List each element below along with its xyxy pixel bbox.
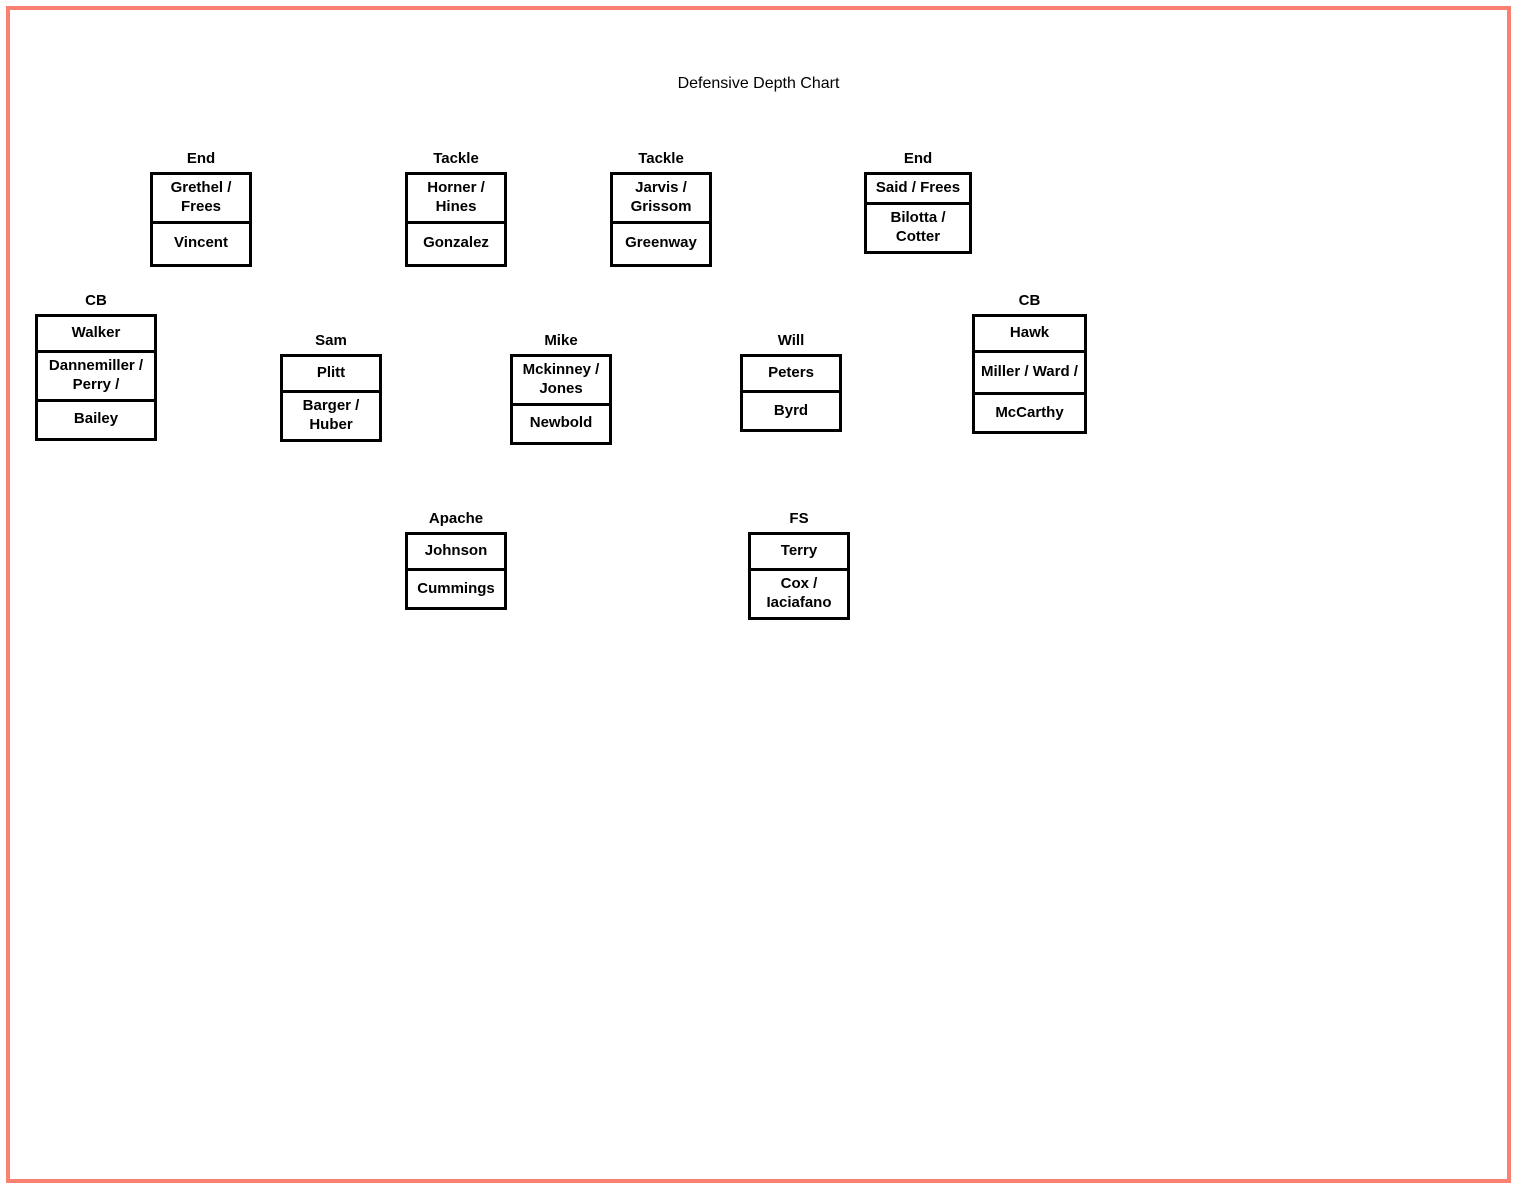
depth-box: Peters Byrd	[740, 354, 842, 432]
diagram-frame: Defensive Depth Chart End Grethel / Free…	[6, 6, 1511, 1183]
depth-cell: McCarthy	[975, 395, 1084, 431]
depth-cell: Greenway	[613, 224, 709, 264]
depth-cell: Jarvis / Grissom	[613, 175, 709, 224]
position-label: Mike	[510, 332, 612, 350]
position-label: End	[150, 150, 252, 168]
depth-cell: Bilotta / Cotter	[867, 205, 969, 251]
position-cb-left: CB Walker Dannemiller / Perry / Bailey	[35, 292, 157, 441]
position-label: Tackle	[405, 150, 507, 168]
depth-cell: Dannemiller / Perry /	[38, 353, 154, 402]
position-label: CB	[972, 292, 1087, 310]
position-fs: FS Terry Cox / Iaciafano	[748, 510, 850, 620]
depth-cell: Gonzalez	[408, 224, 504, 264]
position-label: Sam	[280, 332, 382, 350]
depth-cell: Johnson	[408, 535, 504, 571]
depth-cell: Cox / Iaciafano	[751, 571, 847, 617]
depth-cell: Peters	[743, 357, 839, 393]
depth-cell: Miller / Ward /	[975, 353, 1084, 395]
position-label: End	[864, 150, 972, 168]
depth-cell: Hawk	[975, 317, 1084, 353]
depth-cell: Bailey	[38, 402, 154, 438]
position-tackle-left: Tackle Horner / Hines Gonzalez	[405, 150, 507, 267]
depth-cell: Walker	[38, 317, 154, 353]
depth-box: Terry Cox / Iaciafano	[748, 532, 850, 620]
position-end-right: End Said / Frees Bilotta / Cotter	[864, 150, 972, 254]
depth-box: Said / Frees Bilotta / Cotter	[864, 172, 972, 254]
depth-cell: Terry	[751, 535, 847, 571]
depth-cell: Plitt	[283, 357, 379, 393]
depth-box: Johnson Cummings	[405, 532, 507, 610]
depth-box: Plitt Barger / Huber	[280, 354, 382, 442]
depth-cell: Byrd	[743, 393, 839, 429]
depth-box: Walker Dannemiller / Perry / Bailey	[35, 314, 157, 441]
depth-box: Jarvis / Grissom Greenway	[610, 172, 712, 267]
depth-cell: Mckinney / Jones	[513, 357, 609, 406]
position-label: FS	[748, 510, 850, 528]
chart-title: Defensive Depth Chart	[10, 75, 1507, 93]
depth-box: Horner / Hines Gonzalez	[405, 172, 507, 267]
position-apache: Apache Johnson Cummings	[405, 510, 507, 610]
depth-cell: Barger / Huber	[283, 393, 379, 439]
position-mike: Mike Mckinney / Jones Newbold	[510, 332, 612, 445]
position-will: Will Peters Byrd	[740, 332, 842, 432]
depth-cell: Horner / Hines	[408, 175, 504, 224]
depth-cell: Cummings	[408, 571, 504, 607]
depth-box: Mckinney / Jones Newbold	[510, 354, 612, 445]
depth-cell: Said / Frees	[867, 175, 969, 205]
depth-cell: Vincent	[153, 224, 249, 264]
position-sam: Sam Plitt Barger / Huber	[280, 332, 382, 442]
position-end-left: End Grethel / Frees Vincent	[150, 150, 252, 267]
position-tackle-right: Tackle Jarvis / Grissom Greenway	[610, 150, 712, 267]
position-label: Apache	[405, 510, 507, 528]
depth-box: Grethel / Frees Vincent	[150, 172, 252, 267]
position-label: Will	[740, 332, 842, 350]
depth-cell: Grethel / Frees	[153, 175, 249, 224]
depth-box: Hawk Miller / Ward / McCarthy	[972, 314, 1087, 434]
position-label: CB	[35, 292, 157, 310]
position-label: Tackle	[610, 150, 712, 168]
position-cb-right: CB Hawk Miller / Ward / McCarthy	[972, 292, 1087, 434]
depth-cell: Newbold	[513, 406, 609, 442]
